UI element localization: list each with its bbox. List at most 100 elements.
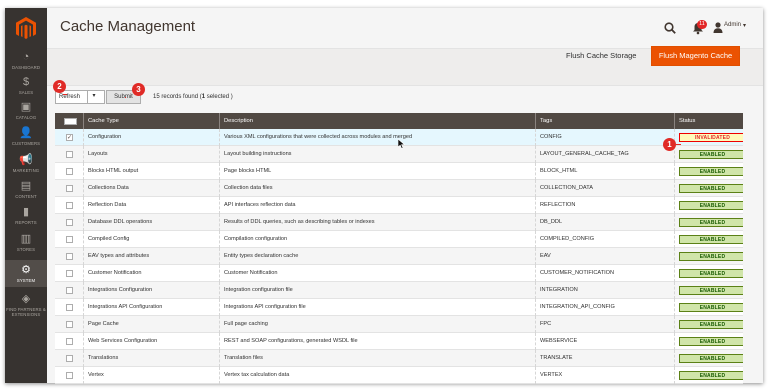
table-row[interactable]: Blocks HTML output Page blocks HTML BLOCK_… [55,163,743,180]
row-checkbox[interactable] [66,202,73,209]
cell-cache-type: Reflection Data [83,197,219,214]
table-row[interactable]: Web Services Configuration REST and SOAP … [55,333,743,350]
row-select-cell [55,299,83,316]
cell-tags: VERTEX [535,367,674,384]
cell-description: Integration configuration file [219,282,535,299]
page-title: Cache Management [60,18,196,35]
person-icon: 👤 [19,127,33,139]
sidebar-item-label: REPORTS [15,220,37,225]
cell-tags: TRANSLATE [535,350,674,367]
row-checkbox[interactable] [66,321,73,328]
cell-tags: EAV [535,248,674,265]
cell-status: ENABLED [674,282,743,299]
row-checkbox[interactable] [66,304,73,311]
cell-tags: COLLECTION_DATA [535,180,674,197]
row-select-cell [55,197,83,214]
table-row[interactable]: Reflection Data API interfaces reflection… [55,197,743,214]
cell-description: Compilation configuration [219,231,535,248]
flush-cache-storage-button[interactable]: Flush Cache Storage [566,51,636,60]
cell-cache-type: Customer Notification [83,265,219,282]
grid-header: Cache Type Description Tags Status [55,113,743,129]
callout-marker-2: 2 [53,80,66,93]
row-checkbox[interactable] [66,151,73,158]
sidebar-item-customers[interactable]: 👤 CUSTOMERS [5,126,47,156]
cell-cache-type: Configuration [83,129,219,146]
cell-cache-type: Integrations Configuration [83,282,219,299]
column-header-cache-type: Cache Type [83,113,219,129]
sidebar-item-label: SALES [18,90,34,95]
row-checkbox[interactable] [66,372,73,379]
cell-description: Customer Notification [219,265,535,282]
row-checkbox-checked[interactable]: ✓ [66,134,73,141]
table-row[interactable]: EAV types and attributes Entity types dec… [55,248,743,265]
row-checkbox[interactable] [66,338,73,345]
table-row[interactable]: Translations Translation files TRANSLATE EN… [55,350,743,367]
row-checkbox[interactable] [66,219,73,226]
status-badge: INVALIDATED [679,133,743,142]
table-row[interactable]: Database DDL operations Results of DDL qu… [55,214,743,231]
table-row[interactable]: Integrations Configuration Integration co… [55,282,743,299]
sidebar-item-reports[interactable]: ▮ REPORTS [5,205,47,235]
records-found-text: 15 records found (1 selected ) [153,94,233,100]
callout-2-line [63,94,67,95]
row-checkbox[interactable] [66,287,73,294]
sidebar-item-stores[interactable]: ▥ STORES [5,232,47,262]
cube-icon: ◈ [21,293,31,305]
sidebar-item-system[interactable]: ⚙ SYSTEM [5,260,47,287]
sidebar-item-find[interactable]: ◈ FIND PARTNERS & EXTENSIONS [5,292,47,322]
cell-status: ENABLED [674,180,743,197]
sidebar-item-label: DASHBOARD [11,65,41,70]
status-badge: ENABLED [679,286,743,295]
table-row[interactable]: Vertex Vertex tax calculation data VERTEX E… [55,367,743,384]
row-checkbox[interactable] [66,168,73,175]
cell-tags: LAYOUT_GENERAL_CACHE_TAG [535,146,674,163]
cell-description: Collection data files [219,180,535,197]
mass-select-header[interactable] [55,113,83,129]
mass-select-checkbox[interactable] [64,118,77,125]
cell-cache-type: Blocks HTML output [83,163,219,180]
cell-cache-type: Web Services Configuration [83,333,219,350]
notification-count-badge[interactable]: 11 [697,20,707,29]
select-arrow-icon[interactable]: ▾ [87,90,100,104]
row-checkbox[interactable] [66,253,73,260]
admin-user-menu[interactable]: Admin [724,22,741,28]
cell-status: ENABLED [674,265,743,282]
table-row[interactable]: Customer Notification Customer Notificati… [55,265,743,282]
table-row[interactable]: Integrations API Configuration Integratio… [55,299,743,316]
row-checkbox[interactable] [66,185,73,192]
cell-description: Vertex tax calculation data [219,367,535,384]
admin-sidebar: ◔ DASHBOARD $ SALES ▣ CATALOG 👤 CUSTOMERS 📢 MARKE… [5,8,47,383]
row-checkbox[interactable] [66,355,73,362]
search-icon[interactable] [664,22,676,34]
cell-status: ENABLED [674,231,743,248]
row-checkbox[interactable] [66,236,73,243]
table-row[interactable]: Collections Data Collection data files COL… [55,180,743,197]
sidebar-item-label: STORES [16,247,36,252]
table-row[interactable]: Page Cache Full page caching FPC ENABLED [55,316,743,333]
callout-marker-3: 3 [132,83,145,96]
magento-logo-icon[interactable] [14,16,38,40]
sidebar-item-label: CATALOG [15,115,37,120]
cell-tags: FPC [535,316,674,333]
cell-description: Various XML configurations that were col… [219,129,535,146]
cell-tags: REFLECTION [535,197,674,214]
row-select-cell [55,180,83,197]
status-badge: ENABLED [679,269,743,278]
cell-description: Integrations API configuration file [219,299,535,316]
bar-chart-icon: ▮ [22,206,30,218]
status-badge: ENABLED [679,337,743,346]
cell-status: ENABLED [674,316,743,333]
cell-cache-type: Vertex [83,367,219,384]
caret-down-icon[interactable]: ▾ [743,22,746,29]
table-row[interactable]: Compiled Config Compilation configuration… [55,231,743,248]
cell-cache-type: Layouts [83,146,219,163]
sidebar-item-label: CONTENT [15,194,37,199]
gear-icon: ⚙ [21,264,31,276]
user-icon[interactable] [713,22,723,33]
flush-magento-cache-button[interactable]: Flush Magento Cache [651,46,740,66]
row-checkbox[interactable] [66,270,73,277]
row-select-cell [55,214,83,231]
cell-status: ENABLED [674,197,743,214]
cell-tags: INTEGRATION [535,282,674,299]
status-badge: ENABLED [679,150,743,159]
